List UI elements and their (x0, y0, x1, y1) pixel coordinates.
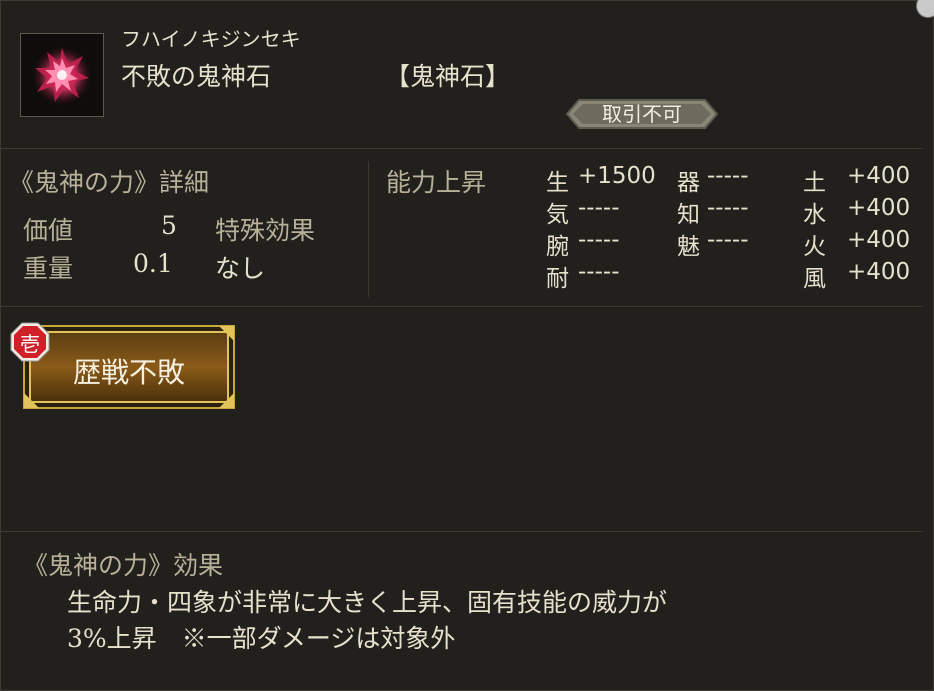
trade-status-label: 取引不可 (602, 102, 682, 126)
item-name: 不敗の鬼神石 (121, 62, 272, 91)
effect-line-2: 3%上昇 ※一部ダメージは対象外 (67, 624, 456, 653)
divider-vertical (368, 161, 369, 297)
stat-value: ----- (578, 259, 620, 285)
stat-key: 火 (803, 234, 826, 260)
stat-key: 耐 (546, 266, 569, 292)
stat-key: 土 (803, 170, 826, 196)
stat-value: ----- (578, 227, 620, 253)
stat-key: 水 (803, 202, 826, 228)
weight-amount: 0.1 (133, 249, 173, 278)
rank-badge-label: 壱 (20, 332, 40, 356)
skill-button[interactable]: 歴戦不敗 (23, 325, 235, 409)
stat-value: +400 (847, 259, 911, 285)
stat-key: 風 (803, 266, 826, 292)
stat-value: ----- (707, 195, 749, 221)
stat-key: 魅 (677, 234, 700, 260)
stat-key: 生 (546, 170, 569, 196)
red-crystal-stone-icon (32, 46, 92, 106)
stat-key: 気 (546, 202, 569, 228)
stat-key: 器 (677, 170, 700, 196)
divider-bottom (1, 531, 923, 532)
stat-key: 知 (677, 202, 700, 228)
stat-value: +400 (847, 227, 911, 253)
special-effect-label: 特殊効果 (215, 216, 316, 245)
detail-heading: 《鬼神の力》詳細 (9, 168, 210, 197)
stat-value: +1500 (578, 163, 656, 189)
weight-label: 重量 (23, 254, 74, 283)
stat-value: ----- (707, 227, 749, 253)
stat-value: ----- (707, 163, 749, 189)
value-label: 価値 (23, 216, 74, 245)
ability-heading: 能力上昇 (386, 168, 487, 197)
trade-status-badge: 取引不可 (565, 98, 719, 130)
item-detail-panel: フハイノキジンセキ 不敗の鬼神石 【鬼神石】 取引不可 《鬼神の力》詳細 価値 … (0, 0, 934, 691)
divider-middle (1, 306, 923, 307)
stat-value: +400 (847, 195, 911, 221)
stat-value: ----- (578, 195, 620, 221)
item-icon-frame (20, 33, 104, 117)
item-reading: フハイノキジンセキ (121, 27, 301, 51)
effect-line-1: 生命力・四象が非常に大きく上昇、固有技能の威力が (67, 588, 668, 617)
divider-top (1, 148, 923, 149)
stat-key: 腕 (546, 234, 569, 260)
special-effect-value: なし (215, 254, 266, 283)
skill-label: 歴戦不敗 (72, 356, 185, 389)
effect-heading: 《鬼神の力》効果 (23, 551, 224, 580)
stat-value: +400 (847, 163, 911, 189)
value-amount: 5 (161, 211, 177, 240)
item-type: 【鬼神石】 (385, 62, 511, 91)
